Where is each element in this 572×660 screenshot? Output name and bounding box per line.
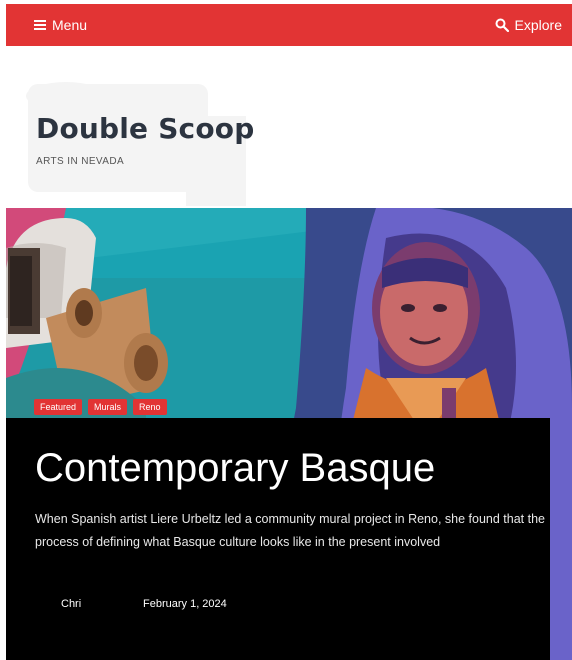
top-navigation-bar: Menu Explore	[6, 4, 572, 46]
post-author[interactable]: Chri	[35, 598, 115, 610]
hamburger-icon	[34, 20, 46, 30]
tag-reno[interactable]: Reno	[133, 399, 167, 415]
post-date: February 1, 2024	[143, 598, 227, 610]
featured-post-hero: Featured Murals Reno Contemporary Basque…	[6, 208, 572, 660]
post-meta: Chri February 1, 2024	[35, 598, 227, 610]
explore-label: Explore	[514, 17, 562, 33]
post-excerpt: When Spanish artist Liere Urbeltz led a …	[35, 512, 545, 549]
site-tagline: ARTS IN NEVADA	[36, 156, 125, 167]
menu-button[interactable]: Menu	[34, 17, 87, 33]
post-tags: Featured Murals Reno	[34, 399, 167, 415]
tag-featured[interactable]: Featured	[34, 399, 83, 415]
site-header: Double Scoop ARTS IN NEVADA	[6, 46, 572, 208]
tag-murals[interactable]: Murals	[88, 399, 128, 415]
menu-label: Menu	[52, 17, 88, 33]
site-title[interactable]: Double Scoop	[36, 112, 254, 145]
post-card: Contemporary Basque When Spanish artist …	[6, 418, 550, 660]
explore-button[interactable]: Explore	[495, 17, 562, 33]
post-title[interactable]: Contemporary Basque	[35, 446, 435, 491]
search-icon	[495, 18, 509, 32]
